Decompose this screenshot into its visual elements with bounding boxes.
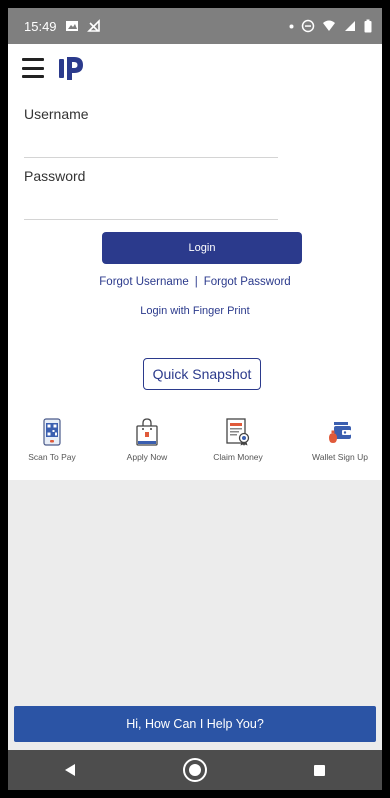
notification-dot-icon bbox=[289, 24, 294, 28]
forgot-username-link[interactable]: Forgot Username bbox=[99, 276, 188, 288]
finger-print-login-link[interactable]: Login with Finger Print bbox=[8, 305, 382, 317]
battery-icon bbox=[364, 19, 372, 33]
quick-snapshot-button[interactable]: Quick Snapshot bbox=[143, 358, 261, 390]
status-bar: 15:49 bbox=[8, 8, 382, 44]
recents-square-icon bbox=[314, 764, 326, 776]
shortcut-wallet-sign-up[interactable]: Wallet Sign Up bbox=[300, 418, 380, 462]
status-right bbox=[289, 19, 372, 33]
system-nav-bar bbox=[8, 750, 382, 790]
wallet-icon bbox=[329, 422, 351, 443]
status-left: 15:49 bbox=[24, 19, 101, 34]
shortcut-label: Wallet Sign Up bbox=[312, 452, 368, 462]
home-button[interactable] bbox=[175, 750, 215, 790]
back-button[interactable] bbox=[50, 750, 90, 790]
help-chat-bar[interactable]: Hi, How Can I Help You? bbox=[14, 706, 376, 742]
forgot-links: Forgot Username | Forgot Password bbox=[8, 276, 382, 288]
status-time: 15:49 bbox=[24, 18, 57, 34]
username-label: Username bbox=[24, 106, 89, 122]
shopping-bag-icon bbox=[136, 418, 158, 446]
login-button[interactable]: Login bbox=[102, 232, 302, 264]
wifi-icon bbox=[323, 20, 335, 31]
shortcut-claim-money[interactable]: Claim Money bbox=[198, 418, 278, 462]
back-triangle-icon bbox=[65, 764, 76, 776]
app-logo-icon bbox=[59, 57, 83, 80]
app-header bbox=[8, 44, 382, 92]
menu-icon[interactable] bbox=[22, 58, 44, 78]
password-input[interactable] bbox=[24, 219, 278, 220]
forgot-password-link[interactable]: Forgot Password bbox=[204, 276, 291, 288]
shortcut-label: Scan To Pay bbox=[28, 452, 76, 462]
recents-button[interactable] bbox=[300, 750, 340, 790]
image-notification-icon bbox=[65, 21, 78, 31]
username-input[interactable] bbox=[24, 157, 278, 158]
qr-phone-icon bbox=[43, 418, 61, 446]
cell-signal-icon bbox=[345, 21, 355, 31]
shortcut-scan-to-pay[interactable]: Scan To Pay bbox=[12, 418, 92, 462]
app-screen: 15:49 Username Password Login Forgot Use… bbox=[8, 8, 382, 790]
home-circle-icon bbox=[182, 758, 207, 782]
shortcut-label: Apply Now bbox=[126, 452, 168, 462]
password-label: Password bbox=[24, 168, 86, 184]
certificate-icon bbox=[226, 418, 250, 446]
do-not-disturb-icon bbox=[301, 19, 315, 33]
shortcut-row: Scan To Pay Apply Now Claim Money Wallet… bbox=[8, 418, 382, 472]
link-separator: | bbox=[194, 276, 198, 288]
login-panel: Username Password Login Forgot Username |… bbox=[8, 92, 382, 480]
shortcut-apply-now[interactable]: Apply Now bbox=[107, 418, 187, 462]
shortcut-label: Claim Money bbox=[213, 452, 263, 462]
signal-crossed-icon bbox=[86, 19, 100, 32]
